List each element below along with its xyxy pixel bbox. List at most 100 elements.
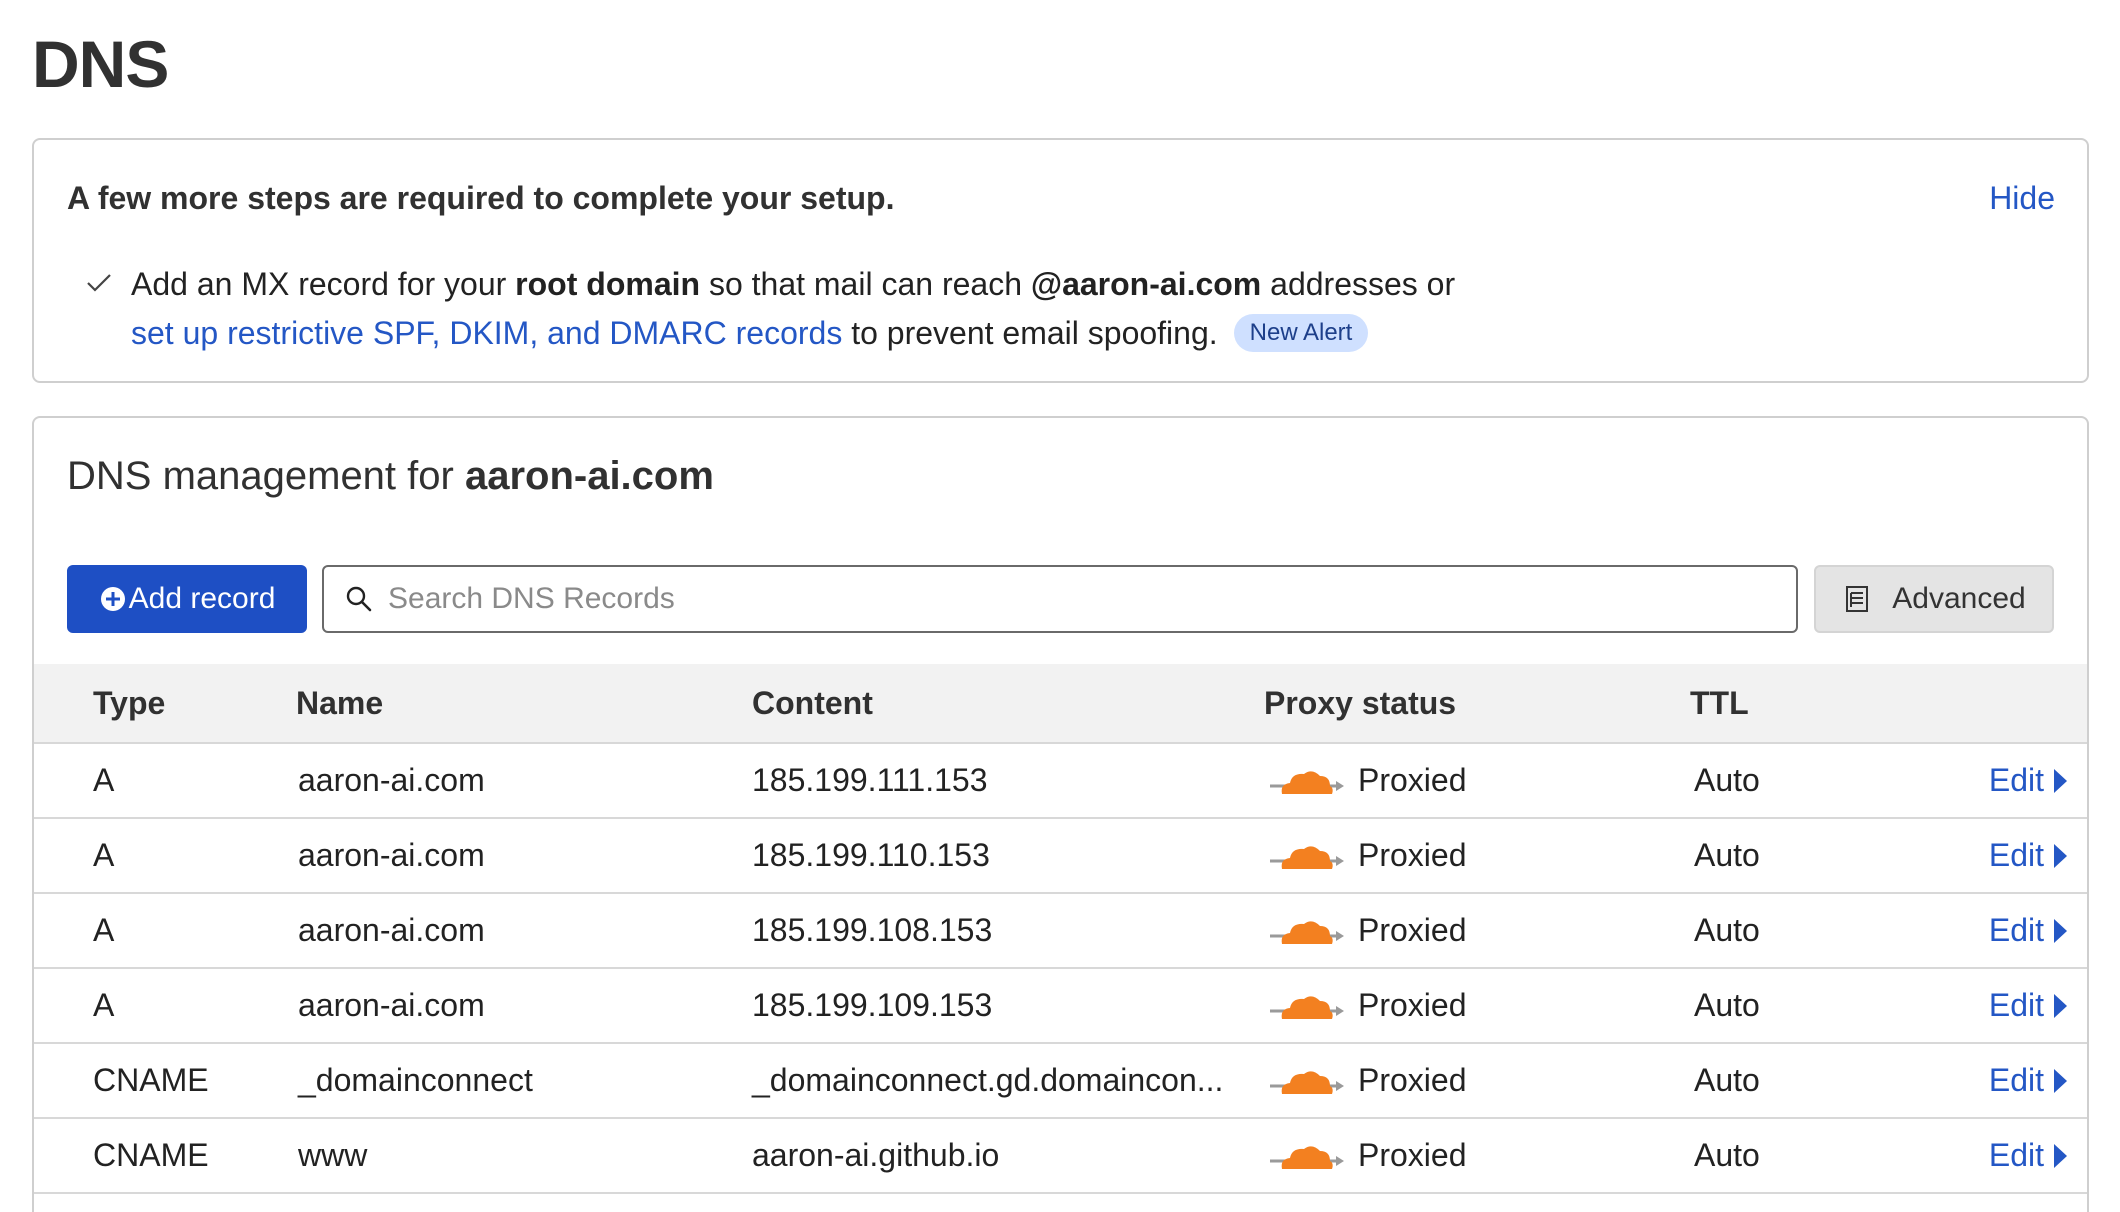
record-type: A xyxy=(93,912,115,948)
edit-button[interactable]: Edit xyxy=(1989,1044,2067,1117)
record-name: aaron-ai.com xyxy=(298,762,485,798)
column-proxy-status[interactable]: Proxy status xyxy=(1264,664,1456,742)
edit-label: Edit xyxy=(1988,1062,2044,1098)
add-record-label: Add record xyxy=(128,582,276,615)
proxied-cloud-icon xyxy=(1270,920,1344,944)
record-content: 185.199.108.153 xyxy=(752,912,993,948)
setup-step-email-domain: @aaron-ai.com xyxy=(1030,266,1262,302)
record-ttl: Auto xyxy=(1694,987,1760,1023)
edit-button[interactable]: Edit xyxy=(1989,819,2067,892)
proxy-status: Proxied xyxy=(1270,819,1467,892)
record-name: www xyxy=(298,1137,368,1173)
proxied-cloud-icon xyxy=(1270,995,1344,1019)
proxy-status: Proxied xyxy=(1270,744,1467,817)
table-row[interactable]: A aaron-ai.com 185.199.108.153 Proxied A… xyxy=(34,894,2087,969)
dns-records-table: Type Name Content Proxy status TTL A aar… xyxy=(34,664,2087,1194)
record-type: CNAME xyxy=(93,1062,209,1098)
proxied-cloud-icon xyxy=(1270,1145,1344,1169)
proxy-status: Proxied xyxy=(1270,894,1467,967)
record-type: A xyxy=(93,987,115,1023)
record-name: aaron-ai.com xyxy=(298,987,485,1023)
record-ttl: Auto xyxy=(1694,912,1760,948)
proxy-status: Proxied xyxy=(1270,1044,1467,1117)
table-row[interactable]: A aaron-ai.com 185.199.111.153 Proxied A… xyxy=(34,744,2087,819)
edit-button[interactable]: Edit xyxy=(1989,894,2067,967)
edit-button[interactable]: Edit xyxy=(1989,969,2067,1042)
edit-label: Edit xyxy=(1988,987,2044,1023)
search-box xyxy=(322,565,1798,633)
record-name: aaron-ai.com xyxy=(298,837,485,873)
setup-step-line2-suffix: to prevent email spoofing. xyxy=(842,314,1218,351)
record-content: 185.199.110.153 xyxy=(752,837,990,873)
proxy-status-label: Proxied xyxy=(1358,837,1467,873)
plus-circle-icon xyxy=(100,587,125,611)
caret-right-icon xyxy=(2054,918,2067,943)
column-ttl[interactable]: TTL xyxy=(1690,664,1749,742)
page-title: DNS xyxy=(32,27,169,101)
edit-label: Edit xyxy=(1988,837,2044,873)
proxy-status: Proxied xyxy=(1270,1119,1467,1192)
proxied-cloud-icon xyxy=(1270,770,1344,794)
table-row[interactable]: A aaron-ai.com 185.199.110.153 Proxied A… xyxy=(34,819,2087,894)
setup-step-prefix: Add an MX record for your xyxy=(131,266,516,302)
check-icon xyxy=(87,274,111,292)
record-ttl: Auto xyxy=(1694,1137,1760,1173)
hide-link[interactable]: Hide xyxy=(1989,180,2055,217)
setup-step-text: Add an MX record for your root domain so… xyxy=(131,266,1455,303)
record-content: _domainconnect.gd.domaincon... xyxy=(752,1062,1224,1098)
record-type: A xyxy=(93,837,115,873)
edit-label: Edit xyxy=(1988,1137,2044,1173)
edit-label: Edit xyxy=(1988,912,2044,948)
setup-banner: A few more steps are required to complet… xyxy=(32,138,2089,383)
table-row[interactable]: CNAME _domainconnect _domainconnect.gd.d… xyxy=(34,1044,2087,1119)
dns-heading-prefix: DNS management for xyxy=(67,454,465,498)
edit-label: Edit xyxy=(1988,762,2044,798)
caret-right-icon xyxy=(2054,993,2067,1018)
setup-step-line2: set up restrictive SPF, DKIM, and DMARC … xyxy=(131,314,1369,352)
caret-right-icon xyxy=(2054,1143,2067,1168)
advanced-label: Advanced xyxy=(1892,582,2026,615)
advanced-button[interactable]: Advanced xyxy=(1814,565,2054,633)
record-type: CNAME xyxy=(93,1137,209,1173)
dns-management-card: DNS management for aaron-ai.com Add reco… xyxy=(32,416,2089,1212)
document-icon xyxy=(1846,586,1869,612)
setup-step-mid: so that mail can reach xyxy=(700,266,1031,302)
setup-step-root-domain: root domain xyxy=(515,266,701,302)
table-row[interactable]: CNAME www aaron-ai.github.io Proxied Aut… xyxy=(34,1119,2087,1194)
proxy-status: Proxied xyxy=(1270,969,1467,1042)
proxied-cloud-icon xyxy=(1270,1070,1344,1094)
table-header: Type Name Content Proxy status TTL xyxy=(34,664,2087,744)
edit-button[interactable]: Edit xyxy=(1989,744,2067,817)
proxy-status-label: Proxied xyxy=(1358,987,1467,1023)
setup-step-suffix: addresses or xyxy=(1261,266,1456,302)
record-name: _domainconnect xyxy=(298,1062,533,1098)
caret-right-icon xyxy=(2054,768,2067,793)
column-name[interactable]: Name xyxy=(296,664,383,742)
record-type: A xyxy=(93,762,115,798)
setup-title: A few more steps are required to complet… xyxy=(67,180,895,216)
record-content: 185.199.109.153 xyxy=(752,987,993,1023)
column-type[interactable]: Type xyxy=(93,664,165,742)
caret-right-icon xyxy=(2054,843,2067,868)
record-ttl: Auto xyxy=(1694,762,1760,798)
record-content: aaron-ai.github.io xyxy=(752,1137,1000,1173)
proxy-status-label: Proxied xyxy=(1358,912,1467,948)
record-content: 185.199.111.153 xyxy=(752,762,988,798)
edit-button[interactable]: Edit xyxy=(1989,1119,2067,1192)
record-name: aaron-ai.com xyxy=(298,912,485,948)
proxy-status-label: Proxied xyxy=(1358,1062,1467,1098)
dns-heading-domain: aaron-ai.com xyxy=(464,454,714,498)
column-content[interactable]: Content xyxy=(752,664,873,742)
search-dns-input[interactable] xyxy=(386,581,1766,617)
proxy-status-label: Proxied xyxy=(1358,1137,1467,1173)
table-row[interactable]: A aaron-ai.com 185.199.109.153 Proxied A… xyxy=(34,969,2087,1044)
record-ttl: Auto xyxy=(1694,837,1760,873)
proxied-cloud-icon xyxy=(1270,845,1344,869)
search-icon xyxy=(346,586,372,612)
proxy-status-label: Proxied xyxy=(1358,762,1467,798)
record-ttl: Auto xyxy=(1694,1062,1760,1098)
add-record-button[interactable]: Add record xyxy=(67,565,307,633)
dns-heading: DNS management for aaron-ai.com xyxy=(67,454,714,499)
new-alert-badge: New Alert xyxy=(1233,314,1369,352)
email-security-link[interactable]: set up restrictive SPF, DKIM, and DMARC … xyxy=(131,315,842,352)
